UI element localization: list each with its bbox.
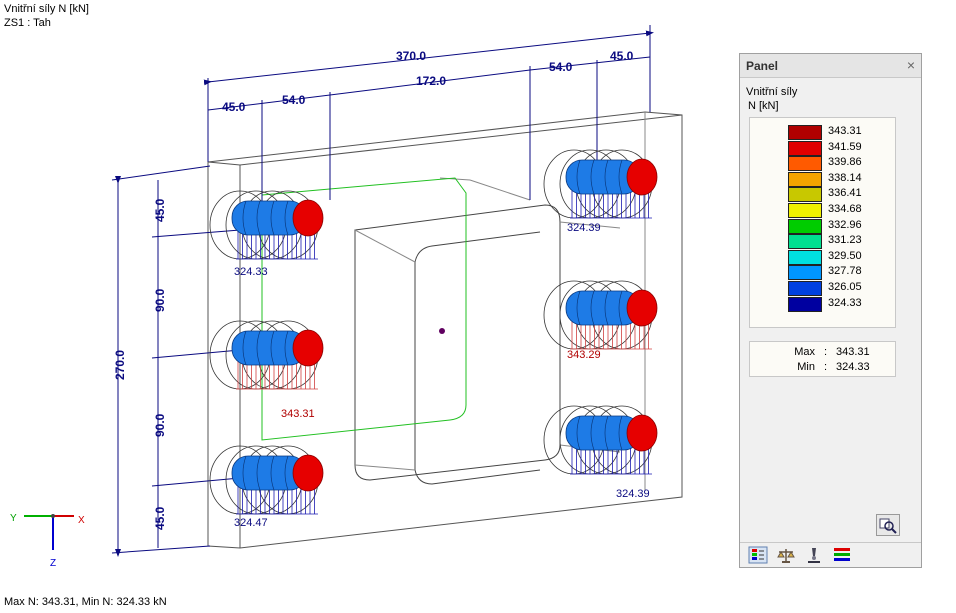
dim-v-mid1: 90.0 xyxy=(153,288,167,312)
legend-swatch xyxy=(788,265,822,281)
dim-v-bottom: 45.0 xyxy=(153,506,167,530)
legend-value: 341.59 xyxy=(828,140,862,153)
legend-value: 338.14 xyxy=(828,171,862,184)
microscope-icon[interactable] xyxy=(804,546,824,564)
legend-value: 327.78 xyxy=(828,265,862,278)
dim-total-width: 370.0 xyxy=(396,49,426,63)
dim-left-2: 54.0 xyxy=(282,93,306,107)
legend-swatch xyxy=(788,281,822,296)
legend-value: 334.68 xyxy=(828,203,862,215)
color-scale-tab-icon[interactable] xyxy=(748,546,768,564)
legend-value: 332.96 xyxy=(828,218,862,231)
legend-value: 343.31 xyxy=(828,125,862,137)
panel-title: Panel xyxy=(746,59,779,73)
close-icon[interactable]: × xyxy=(907,57,915,73)
legend-swatch xyxy=(788,140,822,156)
legend-value: 324.33 xyxy=(828,296,862,309)
dim-left-1: 45.0 xyxy=(222,100,246,114)
bolt-label-bottom-left: 324.47 xyxy=(234,517,268,529)
max-label: Max xyxy=(794,346,815,358)
min-label: Min xyxy=(797,361,815,373)
panel-quantity: Vnitřní síly xyxy=(746,86,798,98)
dim-total-height: 270.0 xyxy=(113,350,127,380)
dim-v-top: 45.0 xyxy=(153,198,167,222)
legend-value: 331.23 xyxy=(828,234,862,247)
bolt-label-bottom-right: 324.39 xyxy=(616,488,650,500)
axis-x-label: X xyxy=(78,515,85,526)
legend-swatch xyxy=(788,187,822,203)
legend-swatch xyxy=(788,249,822,265)
legend-value: 329.50 xyxy=(828,249,862,262)
dim-top-right-1: 54.0 xyxy=(549,60,573,74)
max-sep: : xyxy=(824,346,828,358)
display-bars-icon[interactable] xyxy=(832,546,852,564)
legend-value: 326.05 xyxy=(828,281,862,293)
center-point xyxy=(439,328,445,334)
axis-triad: Y X Z xyxy=(10,513,85,569)
panel-tabs xyxy=(740,542,921,568)
legend-swatch xyxy=(788,234,822,250)
balance-icon[interactable] xyxy=(776,546,796,564)
panel-unit: N [kN] xyxy=(748,100,779,112)
min-max-box: Max : 343.31 Min : 324.33 xyxy=(749,341,896,377)
legend-swatch xyxy=(788,156,822,172)
panel-titlebar: Panel × xyxy=(740,54,921,78)
legend-swatch xyxy=(788,218,822,234)
axis-y-label: Y xyxy=(10,513,17,524)
legend-swatch xyxy=(788,125,822,140)
max-value: 343.31 xyxy=(836,346,870,358)
legend-swatch xyxy=(788,203,822,218)
bolt-label-middle-right: 343.29 xyxy=(567,349,601,361)
bolt-label-top-left: 324.33 xyxy=(234,266,268,278)
dim-v-mid2: 90.0 xyxy=(153,413,167,437)
bolt-label-top-right: 324.39 xyxy=(567,222,601,234)
dim-top-right-2: 45.0 xyxy=(610,49,634,63)
axis-z-label: Z xyxy=(50,558,56,569)
min-sep: : xyxy=(824,361,828,373)
min-value: 324.33 xyxy=(836,361,870,373)
magnifier-icon xyxy=(879,518,897,534)
dim-middle: 172.0 xyxy=(416,74,446,88)
legend-swatch xyxy=(788,296,822,312)
status-min-max: Max N: 343.31, Min N: 324.33 kN xyxy=(4,596,167,608)
legend-value: 339.86 xyxy=(828,156,862,169)
bolt-label-middle-left: 343.31 xyxy=(281,408,315,420)
legend-value: 336.41 xyxy=(828,187,862,200)
model-viewport[interactable]: 370.0 54.0 45.0 172.0 45.0 54.0 270.0 45… xyxy=(0,0,735,613)
color-legend: 343.31 341.59 339.86 338.14 336.41 334.68 332.… xyxy=(749,117,896,328)
legend-swatch xyxy=(788,171,822,187)
zoom-legend-button[interactable] xyxy=(876,514,900,536)
legend-panel: Panel × Vnitřní síly N [kN] 343.31 341.59… xyxy=(739,53,922,568)
